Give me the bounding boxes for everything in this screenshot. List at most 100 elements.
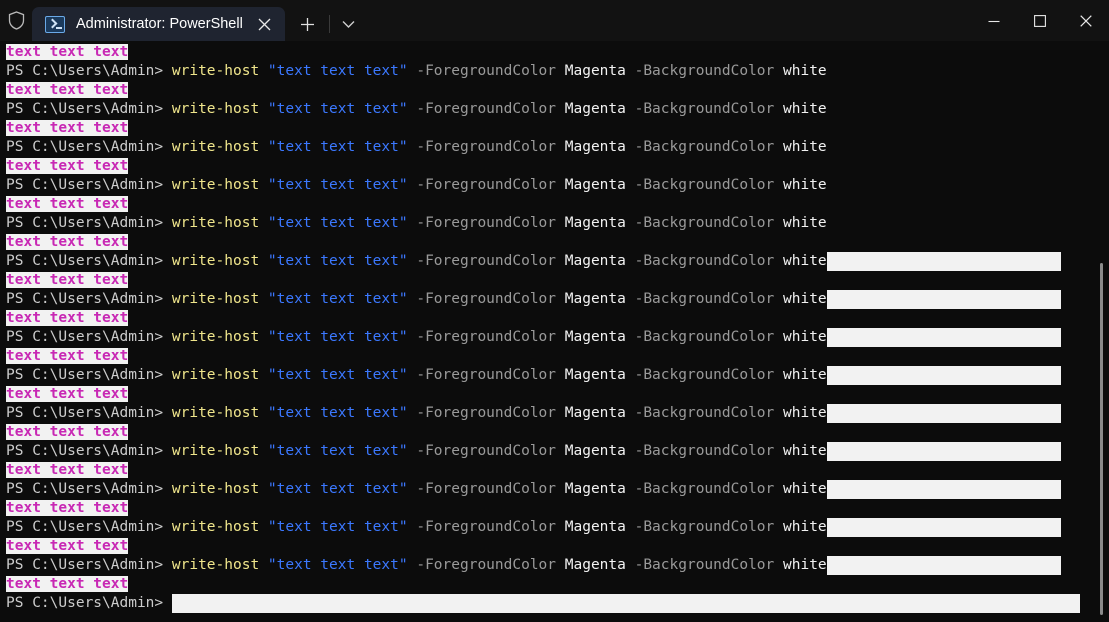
terminal-output-line[interactable]: text text text	[0, 423, 1109, 442]
selection-highlight	[826, 328, 1061, 347]
terminal-command-line[interactable]: PS C:\Users\Admin> write-host "text text…	[0, 214, 1109, 233]
selection-highlight	[171, 594, 1080, 613]
terminal-output-line[interactable]: text text text	[0, 309, 1109, 328]
output-text: text text text	[6, 462, 129, 478]
terminal-output-line[interactable]: text text text	[0, 575, 1109, 594]
command-space	[259, 177, 268, 193]
terminal-command-line[interactable]: PS C:\Users\Admin> write-host "text text…	[0, 480, 1109, 499]
command-verb: write-host	[171, 405, 260, 421]
value-backgroundcolor: white	[783, 481, 827, 497]
command-verb: write-host	[171, 329, 260, 345]
terminal-command-line[interactable]: PS C:\Users\Admin> write-host "text text…	[0, 290, 1109, 309]
terminal-output-line[interactable]: text text text	[0, 461, 1109, 480]
close-button[interactable]	[1063, 0, 1109, 41]
command-space	[259, 481, 268, 497]
selection-highlight	[826, 556, 1061, 575]
value-foregroundcolor: Magenta	[564, 519, 626, 535]
terminal-command-line[interactable]: PS C:\Users\Admin> write-host "text text…	[0, 176, 1109, 195]
shell-prompt: PS C:\Users\Admin>	[6, 253, 172, 269]
tab-dropdown-button[interactable]	[334, 7, 364, 41]
param-backgroundcolor: -BackgroundColor	[625, 177, 783, 193]
shell-prompt: PS C:\Users\Admin>	[6, 557, 172, 573]
shell-prompt: PS C:\Users\Admin>	[6, 139, 172, 155]
terminal-output-line[interactable]: text text text	[0, 43, 1109, 62]
selection-highlight	[826, 366, 1061, 385]
shell-prompt: PS C:\Users\Admin>	[6, 519, 172, 535]
terminal-output-line[interactable]: text text text	[0, 81, 1109, 100]
shell-prompt: PS C:\Users\Admin>	[6, 595, 164, 611]
terminal-command-line[interactable]: PS C:\Users\Admin> write-host "text text…	[0, 100, 1109, 119]
terminal-command-line[interactable]: PS C:\Users\Admin> write-host "text text…	[0, 366, 1109, 385]
value-backgroundcolor: white	[783, 215, 827, 231]
terminal-output-line[interactable]: text text text	[0, 195, 1109, 214]
value-backgroundcolor: white	[783, 519, 827, 535]
value-backgroundcolor: white	[783, 443, 827, 459]
close-tab-icon[interactable]	[251, 10, 279, 38]
terminal-output-line[interactable]: text text text	[0, 347, 1109, 366]
terminal-scrollbar-track[interactable]	[1100, 41, 1106, 622]
command-verb: write-host	[171, 253, 260, 269]
param-backgroundcolor: -BackgroundColor	[625, 481, 783, 497]
value-foregroundcolor: Magenta	[564, 101, 626, 117]
value-foregroundcolor: Magenta	[564, 405, 626, 421]
terminal-command-line[interactable]: PS C:\Users\Admin> write-host "text text…	[0, 556, 1109, 575]
new-tab-button[interactable]	[291, 7, 325, 41]
terminal-command-line[interactable]: PS C:\Users\Admin> write-host "text text…	[0, 328, 1109, 347]
terminal-output-line[interactable]: text text text	[0, 119, 1109, 138]
terminal-output[interactable]: text text text PS C:\Users\Admin> write-h…	[0, 43, 1109, 613]
terminal-active-prompt-line[interactable]: PS C:\Users\Admin>	[0, 594, 1109, 613]
toolbar-divider	[328, 15, 330, 33]
command-string-arg: "text text text"	[267, 519, 408, 535]
selection-highlight	[826, 252, 1061, 271]
minimize-button[interactable]	[971, 0, 1017, 41]
minimize-icon	[988, 20, 1000, 22]
command-verb: write-host	[171, 481, 260, 497]
shell-prompt: PS C:\Users\Admin>	[6, 367, 172, 383]
terminal-command-line[interactable]: PS C:\Users\Admin> write-host "text text…	[0, 518, 1109, 537]
command-string-arg: "text text text"	[267, 405, 408, 421]
terminal-output-line[interactable]: text text text	[0, 157, 1109, 176]
param-foregroundcolor: -ForegroundColor	[407, 405, 565, 421]
terminal-scrollbar-thumb[interactable]	[1100, 263, 1103, 615]
param-backgroundcolor: -BackgroundColor	[625, 557, 783, 573]
command-string-arg: "text text text"	[267, 557, 408, 573]
terminal-output-line[interactable]: text text text	[0, 537, 1109, 556]
terminal-command-line[interactable]: PS C:\Users\Admin> write-host "text text…	[0, 252, 1109, 271]
output-text: text text text	[6, 196, 129, 212]
value-backgroundcolor: white	[783, 63, 827, 79]
command-verb: write-host	[171, 139, 260, 155]
terminal-command-line[interactable]: PS C:\Users\Admin> write-host "text text…	[0, 62, 1109, 81]
output-text: text text text	[6, 272, 129, 288]
param-backgroundcolor: -BackgroundColor	[625, 253, 783, 269]
shell-prompt: PS C:\Users\Admin>	[6, 481, 172, 497]
value-foregroundcolor: Magenta	[564, 177, 626, 193]
value-foregroundcolor: Magenta	[564, 329, 626, 345]
output-text: text text text	[6, 158, 129, 174]
maximize-icon	[1034, 14, 1046, 27]
maximize-button[interactable]	[1017, 0, 1063, 41]
command-string-arg: "text text text"	[267, 139, 408, 155]
command-verb: write-host	[171, 101, 260, 117]
terminal-output-line[interactable]: text text text	[0, 271, 1109, 290]
command-verb: write-host	[171, 63, 260, 79]
param-backgroundcolor: -BackgroundColor	[625, 63, 783, 79]
terminal-output-line[interactable]: text text text	[0, 233, 1109, 252]
output-text: text text text	[6, 234, 129, 250]
command-string-arg: "text text text"	[267, 253, 408, 269]
terminal-output-line[interactable]: text text text	[0, 385, 1109, 404]
tab-administrator-powershell[interactable]: Administrator: PowerShell	[32, 7, 285, 41]
terminal-command-line[interactable]: PS C:\Users\Admin> write-host "text text…	[0, 138, 1109, 157]
command-space	[259, 443, 268, 459]
value-backgroundcolor: white	[783, 329, 827, 345]
plus-icon	[301, 17, 315, 31]
param-backgroundcolor: -BackgroundColor	[625, 519, 783, 535]
terminal-output-line[interactable]: text text text	[0, 499, 1109, 518]
param-foregroundcolor: -ForegroundColor	[407, 291, 565, 307]
value-foregroundcolor: Magenta	[564, 63, 626, 79]
shell-prompt: PS C:\Users\Admin>	[6, 291, 172, 307]
terminal-command-line[interactable]: PS C:\Users\Admin> write-host "text text…	[0, 404, 1109, 423]
terminal-command-line[interactable]: PS C:\Users\Admin> write-host "text text…	[0, 442, 1109, 461]
selection-highlight	[826, 518, 1061, 537]
value-foregroundcolor: Magenta	[564, 215, 626, 231]
terminal-surface[interactable]: text text text PS C:\Users\Admin> write-h…	[0, 41, 1109, 622]
